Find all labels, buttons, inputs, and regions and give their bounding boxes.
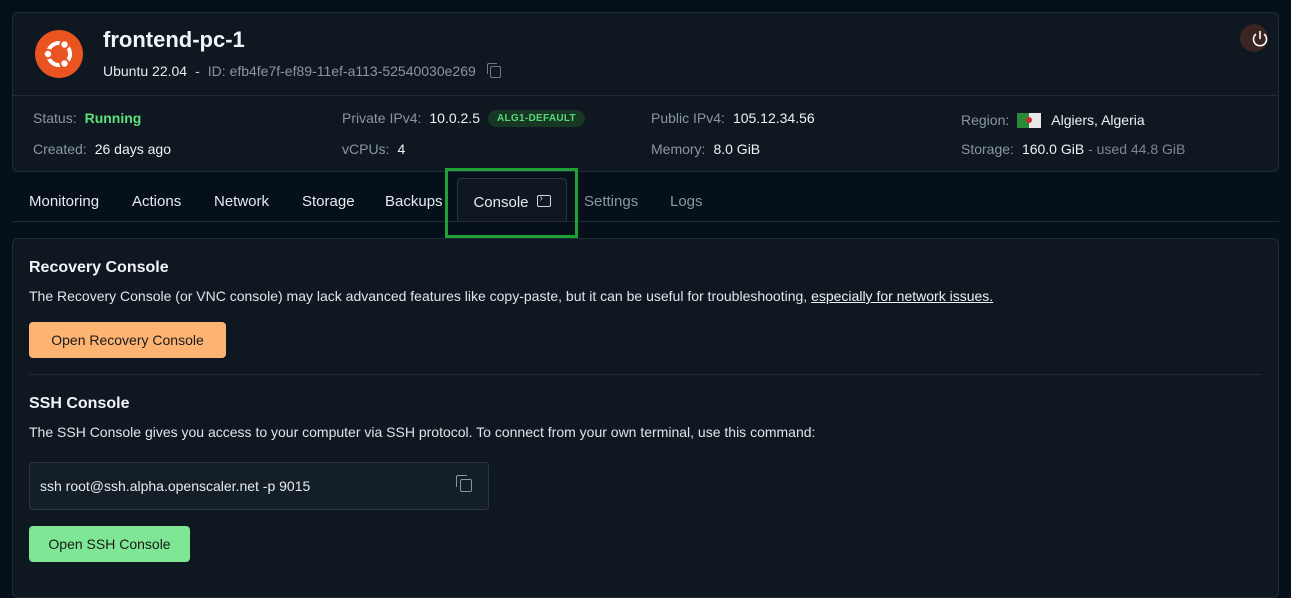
region-label: Region:: [961, 112, 1010, 128]
open-recovery-console-button[interactable]: Open Recovery Console: [29, 322, 226, 358]
algeria-flag-icon: [1017, 113, 1042, 128]
machine-header-card: frontend-pc-1 Ubuntu 22.04- ID: efb4fe7f-…: [12, 12, 1279, 172]
power-button[interactable]: [1240, 24, 1268, 52]
tab-network[interactable]: Network: [214, 178, 269, 221]
open-ssh-console-button[interactable]: Open SSH Console: [29, 526, 190, 562]
created-field: Created: 26 days ago: [33, 141, 171, 157]
ssh-command: ssh root@ssh.alpha.openscaler.net -p 901…: [40, 478, 311, 494]
copy-id-icon[interactable]: [486, 63, 501, 78]
status-field: Status: Running: [33, 110, 141, 126]
tab-console[interactable]: Console: [457, 178, 567, 221]
memory-label: Memory:: [651, 141, 706, 157]
id-label: ID:: [207, 63, 226, 79]
storage-used: - used 44.8 GiB: [1088, 141, 1186, 157]
status-value: Running: [84, 110, 142, 126]
terminal-icon: [536, 191, 551, 207]
copy-command-icon[interactable]: [456, 475, 472, 492]
region-field: Region: Algiers, Algeria: [961, 110, 1145, 128]
ssh-console-title: SSH Console: [29, 395, 130, 412]
public-ip-value: 105.12.34.56: [732, 110, 815, 126]
section-divider: [29, 374, 1262, 375]
ubuntu-logo-icon: [35, 30, 83, 78]
vcpus-field: vCPUs: 4: [342, 141, 405, 157]
tab-settings[interactable]: Settings: [584, 178, 638, 221]
storage-label: Storage:: [961, 141, 1014, 157]
os-version: Ubuntu 22.04: [103, 63, 188, 79]
tab-backups[interactable]: Backups: [385, 178, 443, 221]
machine-info-grid: Status: Running Created: 26 days ago Priva…: [33, 110, 1263, 170]
vcpus-label: vCPUs:: [342, 141, 390, 157]
machine-subtitle: Ubuntu 22.04- ID: efb4fe7f-ef89-11ef-a113…: [103, 63, 501, 79]
tab-actions[interactable]: Actions: [132, 178, 181, 221]
status-label: Status:: [33, 110, 77, 126]
machine-name: frontend-pc-1: [103, 27, 245, 52]
machine-id: efb4fe7f-ef89-11ef-a113-52540030e269: [229, 63, 476, 79]
private-ip-value: 10.0.2.5: [429, 110, 480, 126]
recovery-console-description: The Recovery Console (or VNC console) ma…: [29, 288, 993, 304]
public-ip-field: Public IPv4: 105.12.34.56: [651, 110, 815, 126]
tab-monitoring[interactable]: Monitoring: [29, 178, 99, 221]
created-label: Created:: [33, 141, 87, 157]
storage-value: 160.0 GiB: [1021, 141, 1085, 157]
separator: -: [195, 63, 200, 79]
public-ip-label: Public IPv4:: [651, 110, 725, 126]
tab-storage[interactable]: Storage: [302, 178, 355, 221]
tab-console-label: Console: [473, 194, 529, 211]
memory-value: 8.0 GiB: [713, 141, 761, 157]
region-value: Algiers, Algeria: [1051, 112, 1145, 128]
recovery-text: The Recovery Console (or VNC console) ma…: [29, 288, 812, 304]
storage-field: Storage: 160.0 GiB - used 44.8 GiB: [961, 141, 1185, 157]
private-ip-field: Private IPv4: 10.0.2.5 ALG1-DEFAULT: [342, 110, 585, 129]
network-issues-link[interactable]: especially for network issues.: [811, 288, 993, 304]
console-panel: Recovery Console The Recovery Console (o…: [12, 238, 1279, 598]
power-icon: [1252, 30, 1268, 47]
recovery-console-title: Recovery Console: [29, 259, 169, 276]
ssh-console-description: The SSH Console gives you access to your…: [29, 424, 816, 440]
header-divider: [13, 95, 1278, 96]
tab-bar: Monitoring Actions Network Storage Backu…: [12, 178, 1279, 222]
network-badge: ALG1-DEFAULT: [487, 110, 585, 127]
vcpus-value: 4: [397, 141, 406, 157]
created-value: 26 days ago: [94, 141, 171, 157]
private-ip-label: Private IPv4:: [342, 110, 422, 126]
memory-field: Memory: 8.0 GiB: [651, 141, 760, 157]
ssh-command-box: ssh root@ssh.alpha.openscaler.net -p 901…: [29, 462, 489, 510]
tab-logs[interactable]: Logs: [670, 178, 703, 221]
